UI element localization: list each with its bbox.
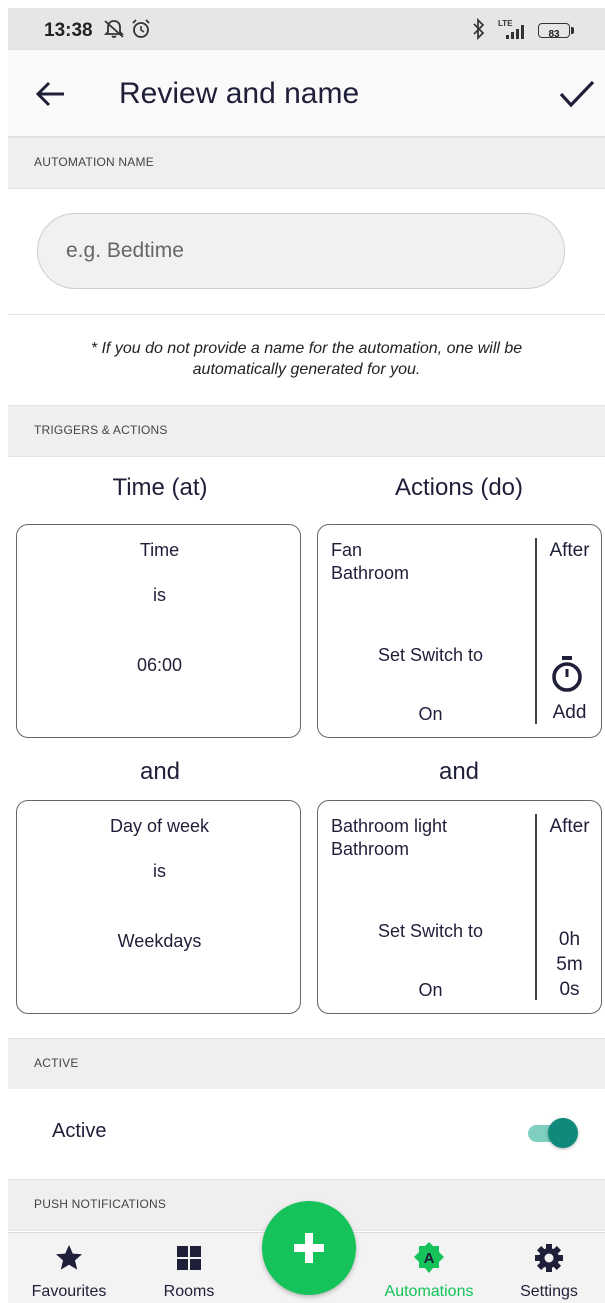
- section-title: PUSH NOTIFICATIONS: [34, 1197, 167, 1211]
- active-label: Active: [52, 1120, 107, 1142]
- grid-icon: [177, 1246, 201, 1270]
- status-bar: 13:38 LTE 83: [8, 8, 605, 50]
- back-arrow-icon[interactable]: [34, 77, 68, 111]
- action-join-word: and: [438, 758, 480, 785]
- trigger-value: 06:00: [136, 655, 183, 675]
- battery-level: 83: [548, 29, 560, 40]
- action-divider-line: [535, 814, 537, 1000]
- action-room: Bathroom: [331, 839, 410, 859]
- plus-icon: [294, 1233, 324, 1263]
- action-command: Set Switch to: [377, 921, 484, 941]
- section-title: ACTIVE: [34, 1056, 79, 1070]
- section-header-active: ACTIVE: [8, 1038, 605, 1090]
- action-room: Bathroom: [331, 563, 410, 583]
- automation-badge-icon: A: [414, 1242, 444, 1273]
- action-state: On: [418, 704, 443, 724]
- action-divider-line: [535, 538, 537, 724]
- toggle-thumb: [548, 1118, 578, 1148]
- checkmark-icon[interactable]: [558, 77, 596, 111]
- trigger-operator: is: [153, 861, 166, 881]
- trigger-subject: Day of week: [109, 816, 210, 836]
- bluetooth-icon: [473, 18, 485, 40]
- battery-indicator: 83: [538, 23, 570, 40]
- nav-item-favourites[interactable]: Favourites: [14, 1233, 124, 1303]
- app-bar: Review and name: [8, 50, 605, 137]
- action-state: On: [418, 980, 443, 1000]
- battery-tip: [571, 27, 574, 34]
- nav-item-automations[interactable]: A Automations: [374, 1233, 484, 1303]
- active-toggle[interactable]: [528, 1117, 578, 1149]
- star-icon: [56, 1245, 82, 1270]
- add-automation-button[interactable]: [262, 1201, 356, 1295]
- signal-icon: [506, 25, 524, 39]
- screen: 13:38 LTE 83 Review and name AUTOMATION …: [8, 8, 605, 1303]
- divider: [8, 314, 605, 315]
- status-time: 13:38: [44, 20, 93, 41]
- delay-hours[interactable]: 0h: [538, 929, 601, 951]
- section-title: AUTOMATION NAME: [34, 155, 154, 169]
- after-label: After: [549, 816, 590, 837]
- action-command: Set Switch to: [377, 645, 484, 665]
- delay-minutes[interactable]: 5m: [538, 954, 601, 976]
- section-title: TRIGGERS & ACTIONS: [34, 423, 168, 437]
- trigger-card-day-of-week[interactable]: Day of week is Weekdays: [16, 800, 301, 1014]
- notifications-off-icon: [103, 20, 125, 38]
- automation-badge-letter: A: [424, 1250, 435, 1267]
- action-card-bathroom-light[interactable]: Bathroom light Bathroom Set Switch to On…: [317, 800, 602, 1014]
- active-setting-row: Active: [8, 1089, 605, 1177]
- add-delay-label[interactable]: Add: [538, 702, 601, 724]
- name-hint-note: * If you do not provide a name for the a…: [90, 340, 523, 378]
- nav-label: Favourites: [31, 1283, 107, 1300]
- automation-name-input[interactable]: [37, 213, 565, 289]
- actions-column-title: Actions (do): [394, 474, 524, 501]
- triggers-column-title: Time (at): [112, 474, 208, 501]
- nav-label: Settings: [520, 1283, 578, 1300]
- stopwatch-icon[interactable]: [549, 655, 585, 693]
- trigger-card-time[interactable]: Time is 06:00: [16, 524, 301, 738]
- trigger-subject: Time: [139, 540, 180, 560]
- alarm-icon: [132, 19, 150, 38]
- trigger-operator: is: [153, 585, 166, 605]
- nav-item-rooms[interactable]: Rooms: [134, 1233, 244, 1303]
- trigger-value: Weekdays: [117, 931, 202, 951]
- action-device: Fan: [331, 540, 363, 560]
- section-header-triggers-actions: TRIGGERS & ACTIONS: [8, 405, 605, 457]
- delay-seconds[interactable]: 0s: [538, 979, 601, 1001]
- nav-item-settings[interactable]: Settings: [494, 1233, 604, 1303]
- page-title: Review and name: [119, 77, 360, 110]
- gear-icon: [535, 1244, 563, 1272]
- section-header-automation-name: AUTOMATION NAME: [8, 137, 605, 189]
- action-device: Bathroom light: [331, 816, 448, 836]
- action-card-fan[interactable]: Fan Bathroom Set Switch to On After Add: [317, 524, 602, 738]
- trigger-join-word: and: [139, 758, 181, 785]
- after-label: After: [549, 540, 590, 561]
- nav-label: Automations: [384, 1283, 474, 1300]
- nav-label: Rooms: [163, 1283, 215, 1300]
